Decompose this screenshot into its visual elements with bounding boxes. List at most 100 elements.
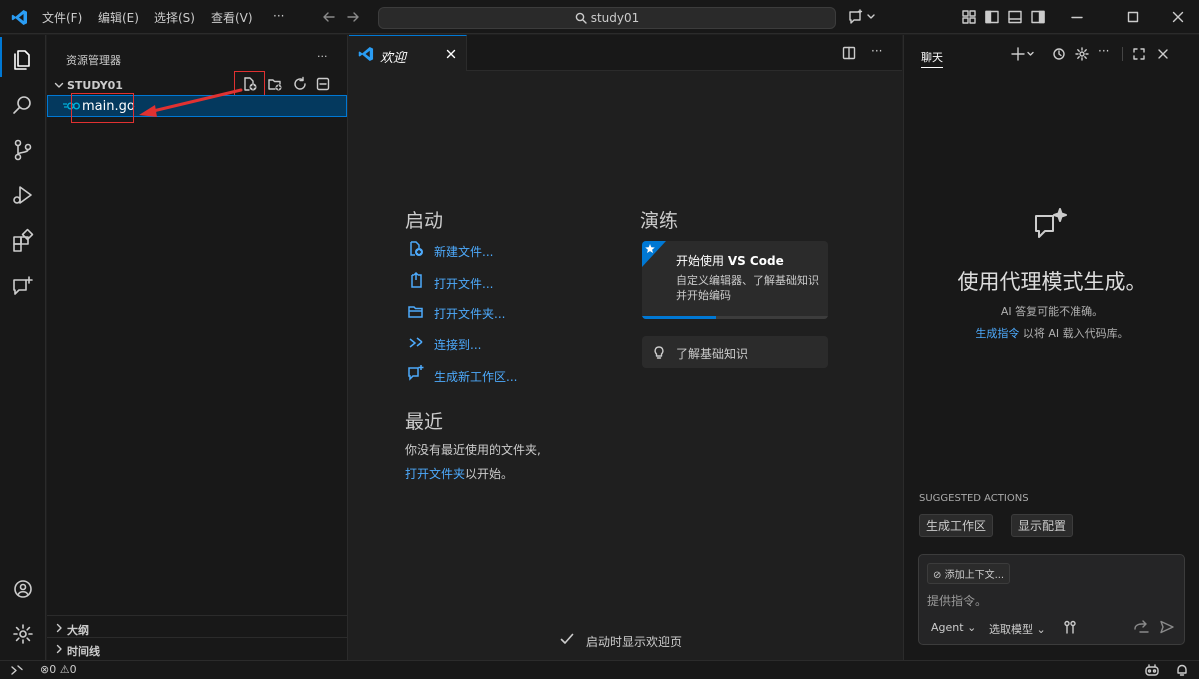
timeline-section[interactable]: 时间线	[67, 643, 100, 659]
chat-sparkle-icon	[1031, 205, 1071, 245]
toggle-panel-icon[interactable]	[1008, 10, 1022, 24]
highlight-box-file	[71, 93, 134, 123]
account-icon[interactable]	[9, 575, 37, 603]
vscode-logo-icon	[11, 9, 28, 26]
menu-more[interactable]: ···	[273, 9, 284, 23]
copilot-chat-icon[interactable]	[848, 9, 876, 25]
toggle-primary-sidebar-icon[interactable]	[985, 10, 999, 24]
section-divider	[47, 637, 347, 638]
lightbulb-icon	[652, 345, 666, 359]
chat-settings-gear-icon[interactable]	[1075, 47, 1089, 61]
customize-layout-icon[interactable]	[962, 10, 976, 24]
maximize-panel-icon[interactable]	[1132, 47, 1146, 61]
model-picker-dropdown[interactable]: 选取模型 ⌄	[989, 621, 1046, 637]
agent-mode-label: Agent	[931, 621, 964, 634]
paperclip-icon: ⊘	[933, 570, 942, 581]
remote-connect-icon	[407, 334, 425, 352]
open-folder-icon	[407, 303, 425, 321]
new-folder-icon[interactable]	[267, 76, 283, 92]
chevron-right-icon[interactable]	[53, 643, 65, 655]
chevron-right-icon[interactable]	[53, 622, 65, 634]
command-center-search[interactable]: study01	[378, 7, 836, 29]
link-connect[interactable]: 连接到...	[434, 336, 481, 353]
close-panel-icon[interactable]	[1156, 47, 1170, 61]
close-window-icon[interactable]	[1171, 10, 1185, 24]
link-generate-workspace[interactable]: 生成新工作区...	[434, 368, 517, 385]
active-indicator	[0, 37, 2, 77]
walkthrough-progress-track	[642, 316, 828, 319]
chat-input-box[interactable]: ⊘ 添加上下文... 提供指令。 Agent ⌄ 选取模型 ⌄	[918, 554, 1185, 645]
learn-basics-card[interactable]: 了解基础知识	[642, 336, 828, 368]
editor-more-actions-icon[interactable]: ···	[871, 44, 882, 58]
tab-welcome[interactable]: 欢迎	[349, 35, 467, 71]
chevron-down-icon[interactable]	[53, 79, 65, 91]
split-editor-icon[interactable]	[842, 46, 856, 60]
history-icon[interactable]	[1052, 47, 1066, 61]
run-debug-icon[interactable]	[9, 181, 37, 209]
chat-heading: 使用代理模式生成。	[957, 270, 1147, 294]
star-badge-icon	[642, 241, 666, 267]
warning-icon: ⚠	[59, 663, 70, 676]
suggest-generate-workspace[interactable]: 生成工作区	[919, 514, 994, 537]
recent-suffix: 以开始。	[465, 467, 514, 481]
remote-icon[interactable]	[10, 663, 24, 677]
checkbox-checked-icon[interactable]	[559, 631, 575, 647]
search-icon	[575, 12, 587, 24]
maximize-icon[interactable]	[1126, 10, 1140, 24]
link-open-folder-recent[interactable]: 打开文件夹	[405, 467, 465, 481]
explorer-sidebar: 资源管理器 ··· STUDY01 main.go 大纲 时间线	[47, 35, 348, 660]
delegate-icon[interactable]	[1133, 620, 1151, 634]
walkthrough-card[interactable]: 开始使用 VS Code 自定义编辑器、了解基础知识并开始编码	[642, 241, 828, 319]
tab-label: 欢迎	[380, 51, 407, 66]
walkthrough-description: 自定义编辑器、了解基础知识并开始编码	[676, 274, 819, 302]
suggest-show-config[interactable]: 显示配置	[1011, 514, 1074, 537]
menu-edit[interactable]: 编辑(E)	[98, 9, 139, 26]
generate-instructions-link[interactable]: 生成指令	[975, 327, 1019, 340]
toggle-secondary-sidebar-icon[interactable]	[1031, 10, 1045, 24]
refresh-icon[interactable]	[292, 76, 308, 92]
search-view-icon[interactable]	[9, 91, 37, 119]
copilot-status-icon[interactable]	[1144, 663, 1160, 677]
send-icon[interactable]	[1159, 620, 1175, 634]
link-new-file[interactable]: 新建文件...	[434, 243, 493, 260]
new-chat-plus-icon[interactable]	[1011, 47, 1035, 61]
explorer-icon[interactable]	[9, 45, 37, 73]
minimize-icon[interactable]	[1070, 10, 1084, 24]
status-bar: ⊗0 ⚠0	[0, 660, 1199, 679]
chat-hint: 生成指令 以将 AI 载入代码库。	[904, 325, 1199, 341]
back-arrow-icon[interactable]	[322, 10, 336, 24]
chat-tab[interactable]: 聊天	[921, 49, 943, 68]
tab-bar: 欢迎 ···	[349, 35, 902, 71]
agent-mode-dropdown[interactable]: Agent ⌄	[931, 621, 976, 634]
link-open-file[interactable]: 打开文件...	[434, 275, 493, 292]
source-control-icon[interactable]	[9, 136, 37, 164]
settings-gear-icon[interactable]	[9, 620, 37, 648]
chat-input-placeholder[interactable]: 提供指令。	[927, 592, 987, 609]
suggested-actions-title: SUGGESTED ACTIONS	[919, 493, 1029, 504]
add-context-button[interactable]: ⊘ 添加上下文...	[927, 563, 1011, 584]
chat-hint-text: 以将 AI 载入代码库。	[1022, 327, 1129, 340]
add-context-label: 添加上下文...	[944, 570, 1005, 581]
recent-heading: 最近	[405, 411, 444, 433]
show-on-startup-label[interactable]: 启动时显示欢迎页	[586, 633, 682, 650]
chat-icon[interactable]	[9, 272, 37, 300]
new-file-icon	[407, 240, 425, 258]
chat-more-icon[interactable]: ···	[1098, 44, 1109, 58]
menu-file[interactable]: 文件(F)	[42, 9, 82, 26]
folder-name[interactable]: STUDY01	[67, 79, 123, 92]
menu-selection[interactable]: 选择(S)	[154, 9, 195, 26]
red-arrow-annotation	[137, 85, 247, 121]
extensions-icon[interactable]	[9, 227, 37, 255]
recent-open-line: 打开文件夹以开始。	[405, 465, 513, 482]
tools-icon[interactable]	[1063, 620, 1077, 634]
close-tab-icon[interactable]	[445, 48, 457, 60]
problems-indicator[interactable]: ⊗0 ⚠0	[40, 663, 77, 676]
outline-section[interactable]: 大纲	[67, 622, 89, 638]
link-open-folder[interactable]: 打开文件夹...	[434, 305, 505, 322]
start-heading: 启动	[405, 210, 444, 232]
forward-arrow-icon[interactable]	[346, 10, 360, 24]
menu-view[interactable]: 查看(V)	[211, 9, 253, 26]
notifications-bell-icon[interactable]	[1175, 663, 1189, 677]
explorer-more-actions[interactable]: ···	[317, 50, 328, 63]
collapse-all-icon[interactable]	[315, 76, 331, 92]
